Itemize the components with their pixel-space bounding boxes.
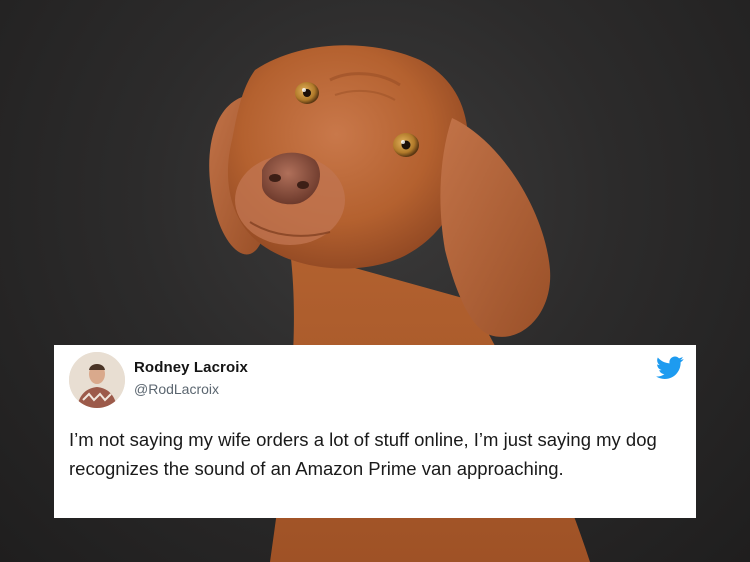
avatar	[69, 352, 125, 408]
author-name: Rodney Lacroix	[134, 359, 248, 376]
tweet-card: Rodney Lacroix @RodLacroix I’m not sayin…	[54, 345, 696, 518]
tweet-text: I’m not saying my wife orders a lot of s…	[69, 429, 657, 479]
twitter-bird-icon	[656, 356, 684, 379]
author-handle: @RodLacroix	[134, 381, 220, 397]
meme-image: Rodney Lacroix @RodLacroix I’m not sayin…	[0, 0, 750, 562]
